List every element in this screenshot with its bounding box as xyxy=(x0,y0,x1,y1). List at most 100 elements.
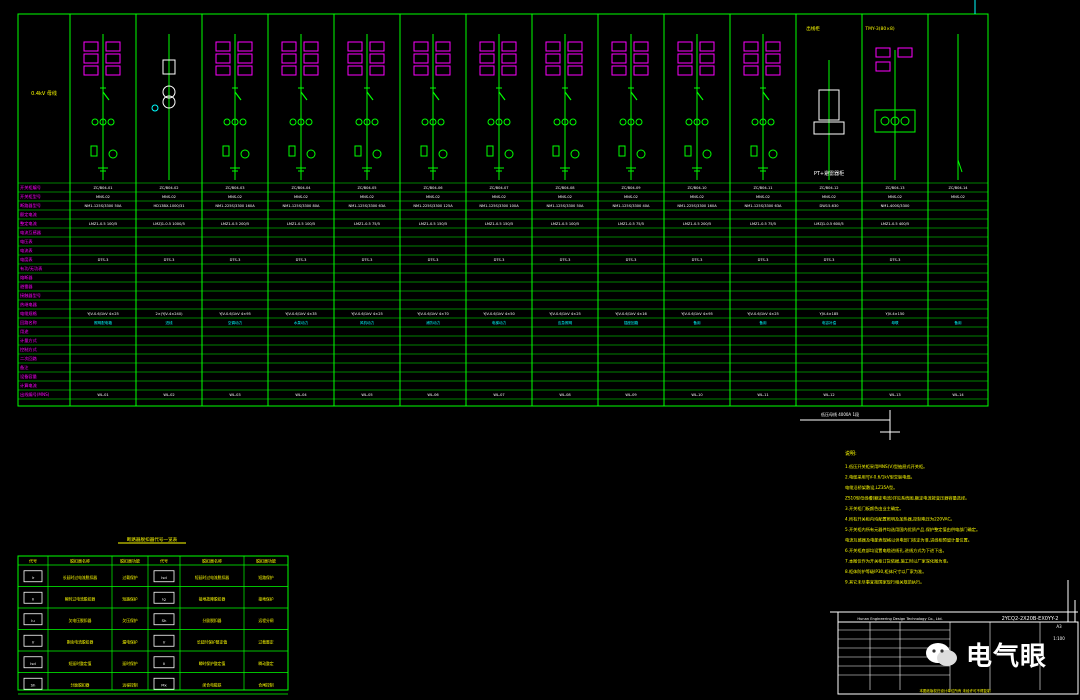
ct-symbol xyxy=(701,118,709,126)
cell-spare: WL-11 xyxy=(757,393,768,397)
cell-meter: DTS-3 xyxy=(758,258,769,262)
cell-load: 消防动力 xyxy=(426,320,441,325)
relay-box xyxy=(567,41,583,52)
feeder-symbol xyxy=(743,34,781,180)
row-label: 额定电流 xyxy=(20,211,38,218)
breaker-contact xyxy=(630,91,638,101)
feeder-symbol xyxy=(215,34,253,180)
legend-header: 脱扣器名称 xyxy=(202,558,222,564)
relay-box xyxy=(897,47,913,58)
cell-breaker: HD13BX-1000/31 xyxy=(153,204,184,208)
relay-box xyxy=(545,53,561,64)
wechat-icon xyxy=(926,642,957,666)
cell-spare: WL-03 xyxy=(229,393,240,397)
legend-cell: 欠压保护 xyxy=(122,618,137,623)
legend-cell: Ir xyxy=(32,575,35,580)
cell-cable: YJV-0.6/1kV 4×35 xyxy=(285,312,317,316)
cell-meter: DTS-3 xyxy=(626,258,637,262)
cell-meter: DTS-3 xyxy=(98,258,109,262)
cell-breaker: NM1-125S/3300 63A xyxy=(744,204,782,208)
relay-box xyxy=(303,41,319,52)
relay-box xyxy=(83,65,99,76)
cell-load: 风机动力 xyxy=(360,320,375,325)
relay-box xyxy=(435,41,451,52)
relay-box xyxy=(545,65,561,76)
cell-id: ZC/B04-02 xyxy=(159,186,178,190)
ct-symbol xyxy=(223,118,231,126)
legend-cell: Iu xyxy=(31,618,35,623)
ammeter-symbol xyxy=(504,149,514,159)
cell-breaker: NM1-125S/3300 63A xyxy=(348,204,386,208)
ct-symbol xyxy=(371,118,379,126)
note-item: 2.电缆采用YJV-0.6/1kV型交联电缆。 xyxy=(845,474,915,481)
cell-ct: LMZ1-0.5 75/5 xyxy=(618,222,644,226)
panel-header: TMY-3(80×8) xyxy=(864,26,894,32)
meter-symbol xyxy=(618,145,626,157)
cell-spare: WL-07 xyxy=(493,393,504,397)
relay-box xyxy=(567,53,583,64)
cell-load: 电容补偿 xyxy=(822,320,837,325)
legend-cell: Isd xyxy=(161,575,167,580)
legend-cell: 分励脱扣器 xyxy=(71,682,90,687)
legend-cell: Sh xyxy=(31,682,36,687)
cell-meter: DTS-3 xyxy=(494,258,505,262)
cell-id: ZC/B04-12 xyxy=(819,186,838,190)
legend-cell: 欠电压脱扣器 xyxy=(69,618,92,623)
cell-cable: YJV-0.6/1kV 4×50 xyxy=(483,312,515,316)
ct-symbol xyxy=(91,118,99,126)
pt-cabinet-label: PT+避雷器柜 xyxy=(814,170,844,177)
cell-load: 备用 xyxy=(759,320,767,325)
ct-symbol xyxy=(900,116,910,126)
cell-breaker: NM1-125S/3300 80A xyxy=(282,204,320,208)
cell-ct: LMZJ1-0.5 1000/5 xyxy=(153,222,185,226)
row-label: 电流互感器 xyxy=(20,229,42,236)
cell-ct: LMZ1-0.5 400/5 xyxy=(881,222,909,226)
cell-model: MNS-02 xyxy=(228,195,242,199)
cell-spare: WL-12 xyxy=(823,393,834,397)
cell-model: MNS-02 xyxy=(96,195,110,199)
cell-model: MNS-02 xyxy=(360,195,374,199)
relay-box xyxy=(303,65,319,76)
watermark: 电气眼 xyxy=(924,636,1047,673)
relay-box xyxy=(765,41,781,52)
ct-symbol xyxy=(305,118,313,126)
relay-box xyxy=(611,65,627,76)
relay-box xyxy=(303,53,319,64)
legend-header: 代号 xyxy=(160,558,168,564)
note-item: 电流互感器及电能表规格以供电部门核定为准,进线柜预留计量位置。 xyxy=(845,537,972,544)
cell-spare: WL-06 xyxy=(427,393,439,397)
cell-spare: WL-14 xyxy=(952,393,964,397)
company-name: Hunan Engineering Design Technology Co.,… xyxy=(857,617,942,621)
cell-cable: YJV-4×185 xyxy=(820,312,839,316)
cell-spare: WL-13 xyxy=(889,393,900,397)
legend-cell: 过载保护 xyxy=(122,575,137,580)
note-item: 1.低压开关柜采用MNS(V)型抽屉式开关柜。 xyxy=(845,463,927,470)
row-label: 有功/无功表 xyxy=(20,265,43,272)
legend-cell: 短延时整定值 xyxy=(69,661,92,666)
cell-model: MNS-02 xyxy=(558,195,572,199)
cell-load: 插座回路 xyxy=(624,320,639,325)
cell-load: 水泵动力 xyxy=(294,320,309,325)
relay-box xyxy=(677,41,693,52)
cell-meter: DTS-3 xyxy=(296,258,307,262)
ammeter-symbol xyxy=(372,149,382,159)
relay-box xyxy=(611,53,627,64)
relay-box xyxy=(369,65,385,76)
cell-id: ZC/B04-11 xyxy=(753,186,772,190)
cell-meter: DTS-3 xyxy=(560,258,571,262)
ct-symbol xyxy=(503,118,511,126)
row-label: 控制方式 xyxy=(20,346,38,353)
relay-box xyxy=(369,53,385,64)
cell-load: 母联 xyxy=(891,320,899,325)
relay-box xyxy=(765,53,781,64)
legend-cell: 合闸控制 xyxy=(258,682,273,687)
meter-symbol xyxy=(420,145,428,157)
cell-meter: DTS-3 xyxy=(890,258,901,262)
panel-header: 出线柜 xyxy=(806,25,820,32)
drawing-number: 2YCQ2-2X20B-EX0YY-2 xyxy=(1002,616,1059,622)
note-item: 6.开关柜底部均设置电缆进线孔,进线方式为下进下出。 xyxy=(845,547,947,554)
cell-spare: WL-04 xyxy=(295,393,307,397)
relay-box xyxy=(479,53,495,64)
legend-cell: 分励脱扣器 xyxy=(203,618,222,623)
relay-box xyxy=(501,41,517,52)
